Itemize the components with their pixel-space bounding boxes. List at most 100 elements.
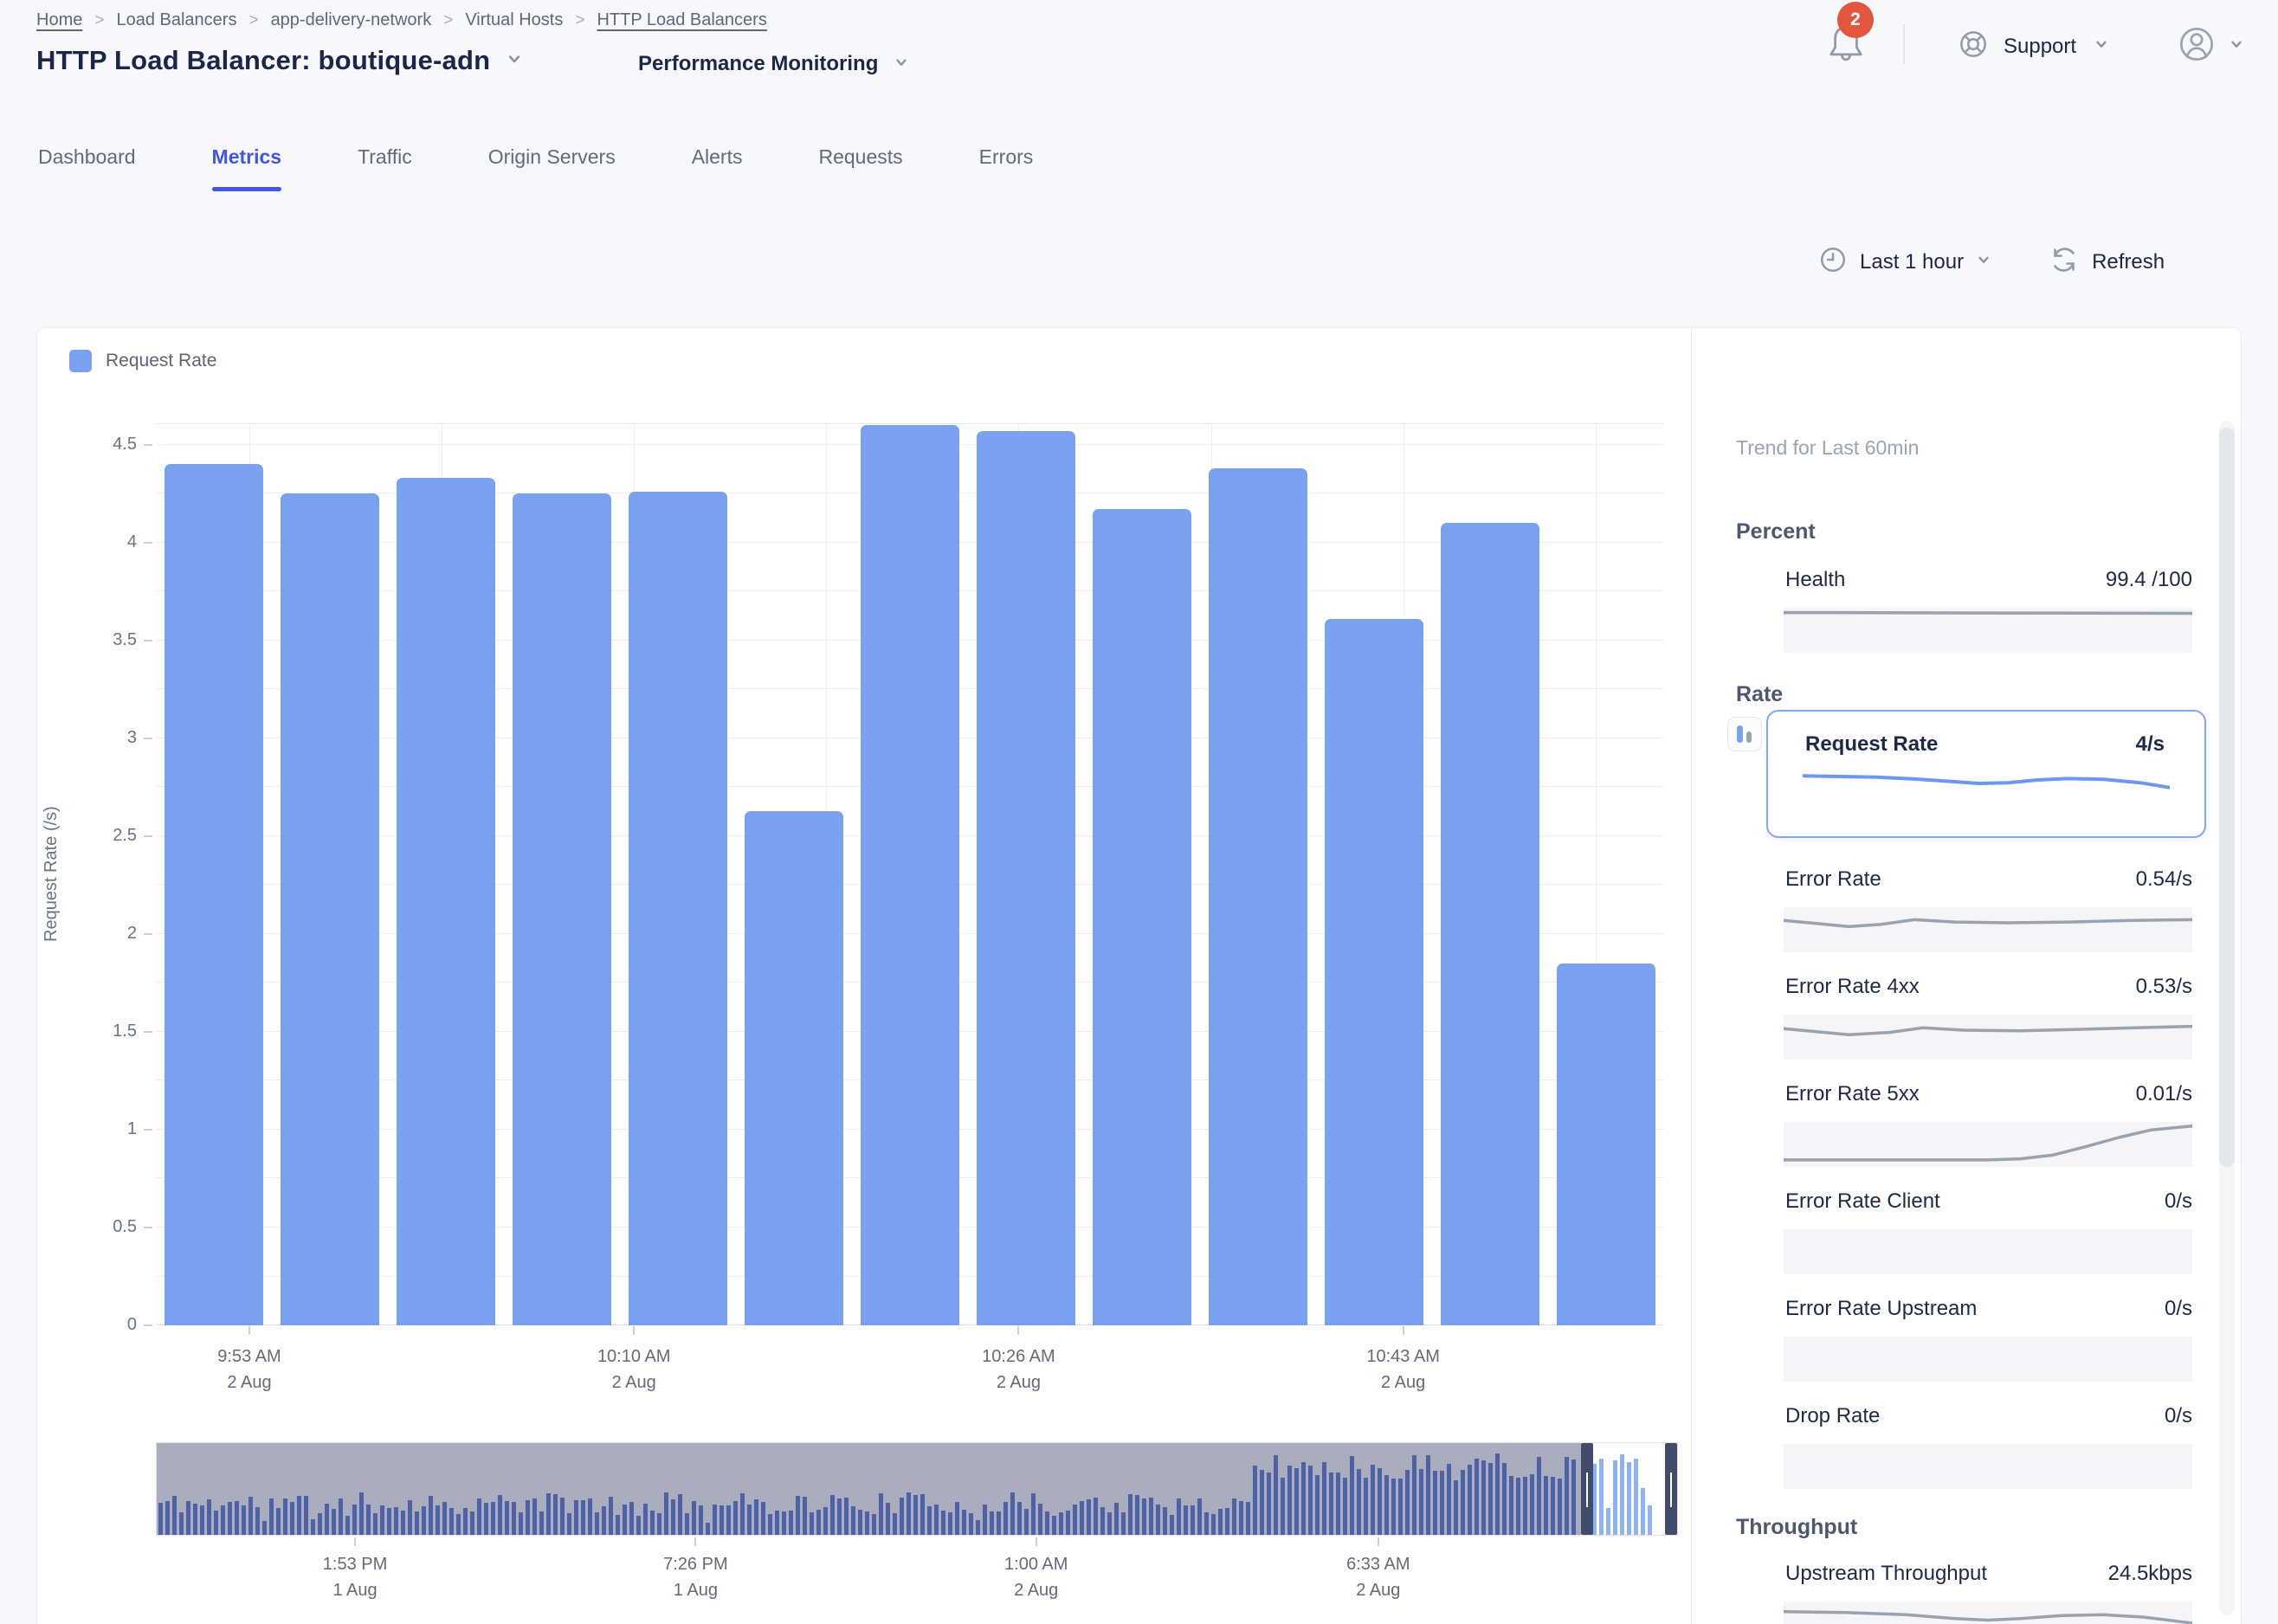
breadcrumb-item[interactable]: Load Balancers <box>116 10 236 30</box>
brush-handle-left[interactable] <box>1581 1443 1593 1535</box>
request-rate-bar[interactable] <box>513 493 611 1325</box>
breadcrumb-item[interactable]: app-delivery-network <box>271 10 432 30</box>
x-tick-label: 10:10 AM2 Aug <box>547 1344 720 1395</box>
brush-bar <box>1267 1473 1271 1535</box>
time-range-selector[interactable]: Last 1 hour <box>1818 245 1993 279</box>
time-brush[interactable] <box>156 1442 1678 1536</box>
request-rate-bar[interactable] <box>1209 468 1307 1325</box>
brush-bar <box>242 1505 246 1535</box>
legend-item-request-rate[interactable]: Request Rate <box>69 350 216 372</box>
page: Home>Load Balancers>app-delivery-network… <box>0 0 2278 1624</box>
x-tick-label: 10:26 AM2 Aug <box>932 1344 1105 1395</box>
brush-tick-label: 1:00 AM2 Aug <box>950 1551 1123 1603</box>
user-menu[interactable] <box>2173 21 2246 72</box>
request-rate-bar[interactable] <box>977 431 1075 1325</box>
brush-bar <box>1364 1478 1368 1535</box>
brush-handle-right[interactable] <box>1665 1443 1677 1535</box>
request-rate-bar[interactable] <box>165 464 263 1325</box>
brush-bar <box>505 1501 509 1535</box>
view-selector[interactable]: Performance Monitoring <box>638 52 911 76</box>
request-rate-bar[interactable] <box>1093 509 1191 1325</box>
lifebuoy-icon <box>1955 26 1991 67</box>
breadcrumb-item[interactable]: HTTP Load Balancers <box>597 10 766 30</box>
brush-bar <box>664 1492 668 1535</box>
brush-bar <box>1565 1457 1569 1535</box>
request-rate-bar[interactable] <box>629 492 727 1325</box>
brush-bar <box>366 1505 371 1535</box>
tab-bar: Dashboard Metrics Traffic Origin Servers Ale… <box>38 145 1033 191</box>
title-chevron-down-icon[interactable] <box>504 48 525 74</box>
metric-sparkline <box>1784 608 2192 653</box>
request-rate-bar[interactable] <box>1441 523 1539 1325</box>
panel-scrollbar-thumb[interactable] <box>2219 428 2235 1167</box>
brush-bar <box>214 1511 218 1535</box>
brush-bar <box>498 1495 502 1535</box>
brush-bar <box>1419 1469 1423 1535</box>
brush-bar <box>1315 1475 1320 1535</box>
request-rate-bar[interactable] <box>281 493 379 1325</box>
brush-bar <box>546 1493 551 1535</box>
brush-bar <box>685 1513 689 1535</box>
tab-metrics[interactable]: Metrics <box>212 145 282 191</box>
tab-errors[interactable]: Errors <box>979 145 1034 191</box>
breadcrumb-item[interactable]: Home <box>36 10 82 30</box>
brush-bar <box>713 1505 717 1535</box>
brush-bar <box>1149 1498 1153 1535</box>
y-tick-label: 4.5 <box>76 435 137 454</box>
support-menu[interactable]: Support <box>1955 26 2111 67</box>
metric-name: Drop Rate <box>1785 1404 1880 1428</box>
brush-bar <box>165 1501 170 1535</box>
y-tick <box>144 738 152 739</box>
metric-value: 24.5kbps <box>1933 1562 2192 1586</box>
section-header-throughput: Throughput <box>1736 1515 1857 1540</box>
brush-bar <box>332 1509 336 1535</box>
tab-traffic[interactable]: Traffic <box>358 145 412 191</box>
tab-requests[interactable]: Requests <box>818 145 902 191</box>
brush-bar <box>920 1494 925 1535</box>
y-tick-label: 1 <box>76 1119 137 1139</box>
request-rate-bar[interactable] <box>1557 963 1655 1325</box>
brush-bar <box>248 1497 253 1535</box>
brush-bar <box>456 1514 461 1535</box>
brush-tick-label: 7:26 PM1 Aug <box>609 1551 782 1603</box>
tab-alerts[interactable]: Alerts <box>692 145 743 191</box>
request-rate-bar[interactable] <box>745 811 843 1325</box>
breadcrumb-item[interactable]: Virtual Hosts <box>465 10 563 30</box>
brush-bar <box>1357 1469 1361 1535</box>
request-rate-bar[interactable] <box>1325 619 1423 1325</box>
y-tick-label: 2.5 <box>76 826 137 846</box>
brush-bar <box>1100 1507 1105 1535</box>
brush-tick <box>354 1537 356 1546</box>
brush-bar <box>1038 1504 1042 1535</box>
brush-bar <box>692 1501 696 1535</box>
chart-type-button[interactable] <box>1727 717 1762 751</box>
x-tick-label: 10:43 AM2 Aug <box>1317 1344 1490 1395</box>
brush-bar <box>816 1510 821 1535</box>
refresh-icon <box>2049 244 2080 280</box>
brush-bar <box>1260 1470 1264 1535</box>
y-tick <box>144 1324 152 1326</box>
brush-bar <box>1128 1494 1133 1535</box>
tab-origin-servers[interactable]: Origin Servers <box>488 145 616 191</box>
refresh-button[interactable]: Refresh <box>2049 244 2165 280</box>
brush-bar <box>186 1501 190 1535</box>
brush-bar <box>442 1502 447 1535</box>
brush-bar <box>1156 1505 1160 1535</box>
brush-bar <box>1350 1456 1354 1535</box>
brush-bar <box>193 1504 197 1535</box>
brush-bar <box>1294 1468 1299 1535</box>
brush-bar <box>283 1498 287 1535</box>
metric-name: Error Rate <box>1785 867 1881 892</box>
brush-bar <box>207 1499 211 1535</box>
request-rate-bar[interactable] <box>397 478 495 1325</box>
brush-bar <box>574 1500 578 1535</box>
brush-bar <box>235 1501 239 1535</box>
request-rate-bar[interactable] <box>861 425 959 1325</box>
tab-dashboard[interactable]: Dashboard <box>38 145 136 191</box>
metric-sparkline <box>1784 907 2192 952</box>
view-selector-label: Performance Monitoring <box>638 52 878 76</box>
brush-bar <box>200 1505 204 1535</box>
y-tick-label: 2 <box>76 924 137 944</box>
brush-tick <box>1378 1537 1379 1546</box>
brush-bar <box>1253 1466 1257 1535</box>
